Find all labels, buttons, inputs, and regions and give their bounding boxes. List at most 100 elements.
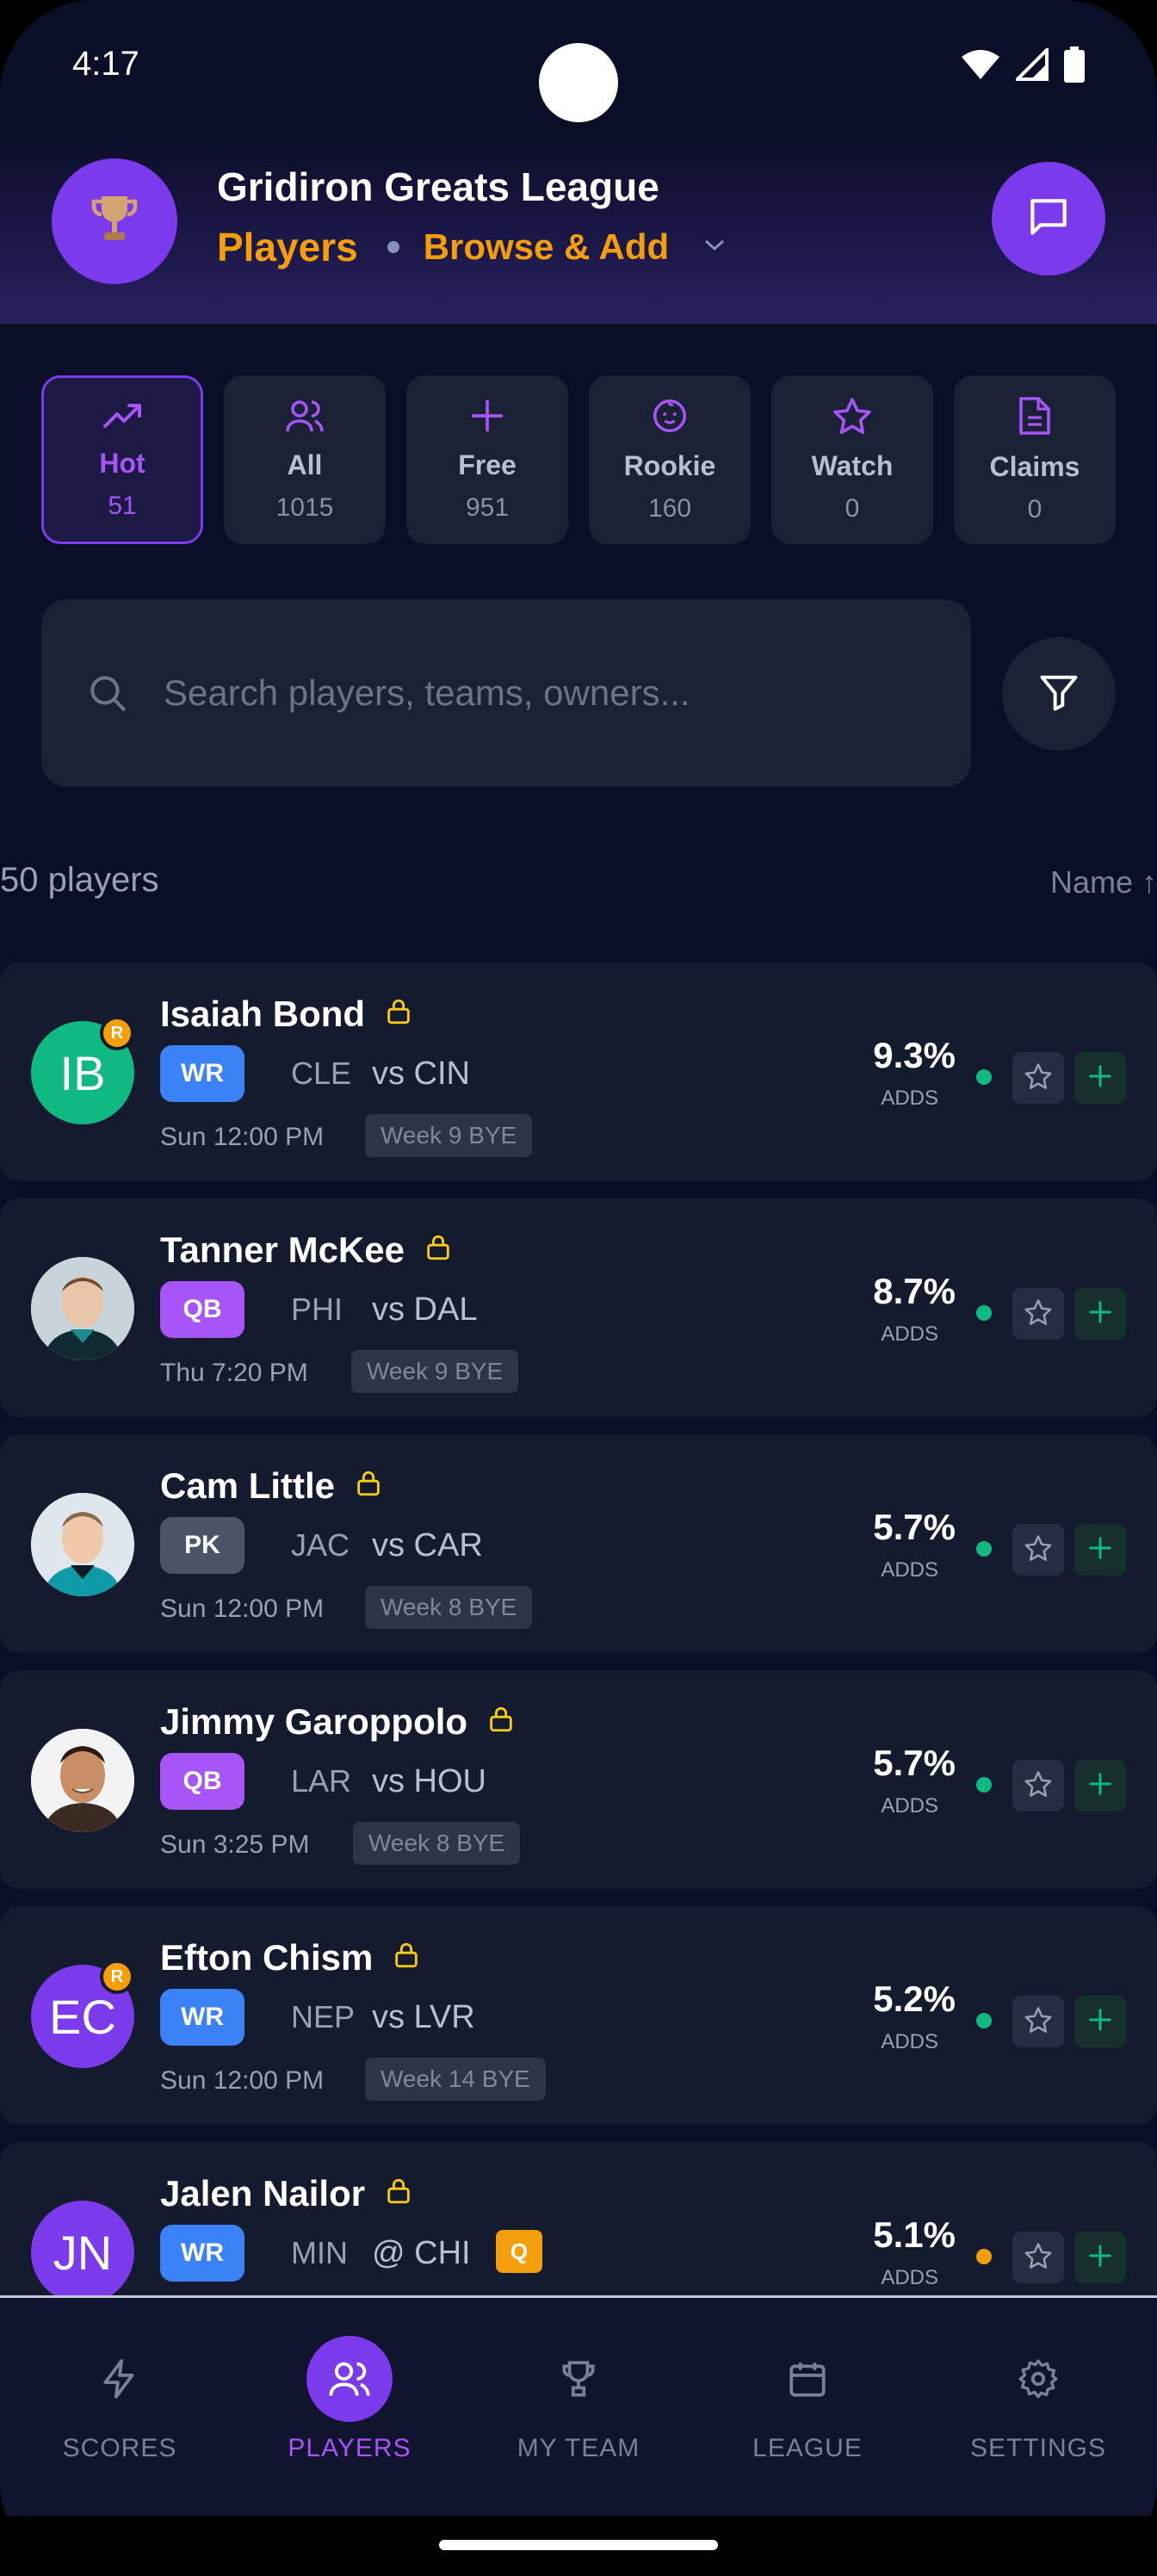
filter-chips: Hot 51 All 1015 Free 951 Rookie 160 Watc… [41,375,1116,544]
player-count: 50 players [0,861,159,899]
game-time: Sun 3:25 PM [160,1830,310,1859]
watch-button[interactable] [1012,1760,1064,1811]
chip-free[interactable]: Free 951 [406,375,568,544]
adds-label: ADDS [881,1794,938,1817]
search-input[interactable] [164,672,938,714]
battery-icon [1064,46,1085,87]
bye-week-badge: Week 9 BYE [351,1350,519,1393]
nav-league[interactable]: LEAGUE [692,2298,923,2518]
player-name[interactable]: Efton Chism [160,1937,421,1978]
list-header: 50 players Name ↑ [0,861,1157,913]
plus-icon [1087,1771,1113,1801]
chip-hot[interactable]: Hot 51 [41,375,203,544]
nav-label: SETTINGS [969,2434,1106,2462]
filter-button[interactable] [1002,637,1116,751]
watch-button[interactable] [1012,1288,1064,1340]
watch-button[interactable] [1012,1996,1064,2047]
add-player-button[interactable] [1074,1760,1126,1811]
camera-cutout [539,43,618,122]
chip-count: 160 [647,494,692,523]
adds-label: ADDS [881,2030,938,2053]
team-abbr: PHI [291,1291,343,1327]
player-name[interactable]: Jimmy Garoppolo [160,1701,516,1743]
player-card[interactable]: Jimmy Garoppolo QB LAR vs HOU Sun 3:25 P… [0,1670,1157,1889]
watch-button[interactable] [1012,2232,1064,2283]
chip-rookie[interactable]: Rookie 160 [589,375,751,544]
rookie-badge: R [100,1960,134,1994]
search-icon [90,676,126,711]
player-name[interactable]: Isaiah Bond [160,994,413,1035]
watch-button[interactable] [1012,1052,1064,1104]
chip-count: 951 [465,493,510,522]
player-card[interactable]: Tanner McKee QB PHI vs DAL Thu 7:20 PM W… [0,1198,1157,1417]
home-indicator[interactable] [439,2540,718,2550]
star-icon [1024,2241,1053,2275]
opponent: vs LVR [372,1999,475,2035]
nav-label: MY TEAM [517,2434,640,2462]
player-name[interactable]: Cam Little [160,1465,383,1507]
chat-button[interactable] [992,162,1105,276]
team-abbr: NEP [291,1999,356,2034]
chip-claims[interactable]: Claims 0 [954,375,1116,544]
star-icon [832,396,873,440]
trophy-icon [84,189,145,255]
avatar: JN [31,2201,134,2295]
league-name[interactable]: Gridiron Greats League [217,164,659,210]
chip-label: Hot [99,448,145,479]
league-logo[interactable] [52,158,177,284]
add-player-button[interactable] [1074,1996,1126,2047]
nav-my-team[interactable]: MY TEAM [463,2298,694,2518]
plus-icon [1087,1299,1113,1329]
adds-label: ADDS [881,1558,938,1582]
add-player-button[interactable] [1074,1288,1126,1340]
plus-icon [1087,1535,1113,1565]
player-list: IB R Isaiah Bond WR CLE vs CIN Sun 12:00… [0,963,1157,2295]
wifi-icon [961,48,1000,85]
trend-dot [976,2013,992,2028]
status-time: 4:17 [72,45,139,83]
add-player-button[interactable] [1074,2232,1126,2283]
document-icon [1018,395,1052,441]
add-player-button[interactable] [1074,1052,1126,1104]
player-name[interactable]: Tanner McKee [160,1229,453,1271]
sort-button[interactable]: Name ↑ [1050,864,1157,901]
adds-label: ADDS [881,2266,938,2289]
nav-settings[interactable]: SETTINGS [923,2298,1154,2518]
add-player-button[interactable] [1074,1524,1126,1576]
trend-dot [976,2249,992,2264]
player-card[interactable]: IB R Isaiah Bond WR CLE vs CIN Sun 12:00… [0,963,1157,1181]
trend-dot [976,1541,992,1557]
player-name-text: Cam Little [160,1465,336,1506]
lock-icon [392,1937,421,1978]
chevron-down-icon[interactable] [703,238,726,257]
lock-icon [384,2173,413,2214]
chip-label: Free [458,449,517,480]
league-switcher[interactable]: Players Browse & Add [217,224,726,270]
player-card[interactable]: EC R Efton Chism WR NEP vs LVR Sun 12:00… [0,1906,1157,2125]
nav-label: LEAGUE [752,2434,863,2462]
nav-scores[interactable]: SCORES [4,2298,235,2518]
chip-watch[interactable]: Watch 0 [771,375,933,544]
team-abbr: MIN [291,2235,348,2270]
nav-label: SCORES [62,2434,177,2462]
player-name-text: Jalen Nailor [160,2173,366,2214]
chip-label: Watch [811,450,894,481]
player-card[interactable]: Cam Little PK JAC vs CAR Sun 12:00 PM We… [0,1434,1157,1653]
add-percentage: 5.7% [873,1507,956,1547]
watch-button[interactable] [1012,1524,1064,1576]
chip-all[interactable]: All 1015 [224,375,386,544]
chip-label: Claims [989,451,1080,482]
bottom-nav: SCORES PLAYERS MY TEAM LEAGUE SETTINGS [0,2295,1157,2516]
lock-icon [384,994,413,1035]
trend-dot [976,1305,992,1321]
avatar [31,1257,134,1360]
signal-icon [1013,46,1049,85]
trend-dot [976,1069,992,1085]
add-percentage: 5.7% [873,1743,956,1783]
nav-players[interactable]: PLAYERS [234,2298,465,2518]
position-badge: WR [160,1045,244,1102]
separator-dot [387,241,399,253]
star-icon [1024,1533,1053,1567]
player-card[interactable]: JN Jalen Nailor WR MIN @ CHI Q 5.1% ADDS [0,2142,1157,2295]
player-name[interactable]: Jalen Nailor [160,2173,413,2214]
